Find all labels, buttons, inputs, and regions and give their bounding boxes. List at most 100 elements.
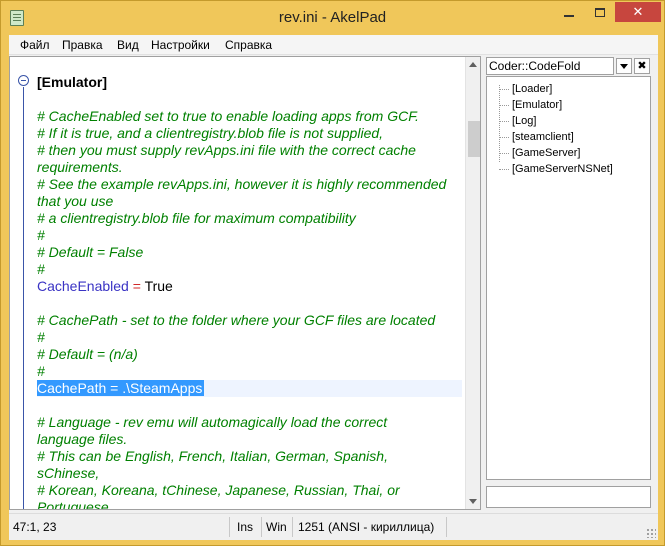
close-icon: ✖ xyxy=(637,60,647,72)
panel-filter-input[interactable] xyxy=(486,486,651,508)
code-line-comment: # This can be English, French, Italian, … xyxy=(37,448,462,465)
code-line-comment: # See the example revApps.ini, however i… xyxy=(37,176,462,193)
codefold-panel: Coder::CodeFold ✖ [Loader][Emulator][Log… xyxy=(485,56,658,510)
code-line-comment: # Default = (n/a) xyxy=(37,346,462,363)
code-line-comment: Portuguese xyxy=(37,499,462,510)
ini-key: CacheEnabled xyxy=(37,278,129,294)
scroll-up-icon[interactable] xyxy=(469,62,477,67)
tree-branch xyxy=(499,88,509,90)
status-separator xyxy=(446,517,447,537)
tree-item[interactable]: [GameServerNSNet] xyxy=(499,161,613,177)
code-line-comment: requirements. xyxy=(37,159,462,176)
code-line-key-value: CacheEnabled = True xyxy=(37,278,462,295)
status-position: 47:1, 23 xyxy=(13,520,57,534)
code-line-comment: that you use xyxy=(37,193,462,210)
close-button[interactable]: ✕ xyxy=(615,2,661,22)
vertical-scrollbar[interactable] xyxy=(465,57,480,509)
ini-comment: # xyxy=(37,261,45,277)
code-line-comment: # then you must supply revApps.ini file … xyxy=(37,142,462,159)
maximize-icon xyxy=(595,8,605,18)
code-line-comment: # CachePath - set to the folder where yo… xyxy=(37,312,462,329)
maximize-button[interactable] xyxy=(585,2,615,22)
panel-menu-button[interactable] xyxy=(616,58,632,74)
status-insert-mode[interactable]: Ins xyxy=(237,519,253,536)
section-tree[interactable]: [Loader] [Emulator] [Log] [steamclient] [Gam… xyxy=(486,76,651,480)
minimize-button[interactable] xyxy=(554,2,584,22)
text-editor[interactable]: [Emulator] # CacheEnabled set to true to … xyxy=(9,56,481,510)
code-line-comment: # If it is true, and a clientregistry.bl… xyxy=(37,125,462,142)
ini-comment: # xyxy=(37,329,45,345)
scroll-down-icon[interactable] xyxy=(469,499,477,504)
menu-edit[interactable]: Правка xyxy=(62,38,103,52)
tree-item[interactable]: [GameServer] xyxy=(499,145,580,161)
status-separator xyxy=(292,517,293,537)
tree-item[interactable]: [Loader] xyxy=(499,81,552,97)
code-line-comment: # a clientregistry.blob file for maximum… xyxy=(37,210,462,227)
ini-value: True xyxy=(144,278,173,294)
ini-comment: # If it is true, and a clientregistry.bl… xyxy=(37,125,384,141)
ini-comment: sChinese, xyxy=(37,465,100,481)
tree-branch xyxy=(499,104,509,106)
fold-toggle-icon[interactable] xyxy=(18,75,29,86)
menu-bar: Файл Правка Вид Настройки Справка xyxy=(9,35,658,55)
tree-branch xyxy=(499,168,509,170)
menu-view[interactable]: Вид xyxy=(117,38,139,52)
tree-item[interactable]: [Emulator] xyxy=(499,97,562,113)
ini-comment: # xyxy=(37,363,45,379)
menu-file[interactable]: Файл xyxy=(20,38,50,52)
code-line-section: [Emulator] xyxy=(37,74,462,91)
ini-comment: Portuguese xyxy=(37,499,109,510)
title-bar[interactable]: rev.ini - AkelPad ✕ xyxy=(1,1,664,35)
tree-branch xyxy=(499,152,509,154)
ini-comment: # CachePath - set to the folder where yo… xyxy=(37,312,436,328)
tree-item-label: [Log] xyxy=(512,115,537,127)
chevron-down-icon xyxy=(620,63,628,69)
tree-item-label: [steamclient] xyxy=(512,131,574,143)
ini-comment: that you use xyxy=(37,193,114,209)
ini-comment: # Korean, Koreana, tChinese, Japanese, R… xyxy=(37,482,400,498)
status-bar: 47:1, 23 Ins Win 1251 (ANSI - кириллица) xyxy=(9,513,658,540)
ini-section-header: [Emulator] xyxy=(37,74,107,90)
tree-branch xyxy=(499,120,509,122)
tree-item-label: [GameServer] xyxy=(512,147,581,159)
code-line-comment: # xyxy=(37,227,462,244)
status-newline[interactable]: Win xyxy=(266,519,287,536)
menu-help[interactable]: Справка xyxy=(225,38,272,52)
ini-comment: # a clientregistry.blob file for maximum… xyxy=(37,210,356,226)
code-line-comment: sChinese, xyxy=(37,465,462,482)
status-codepage[interactable]: 1251 (ANSI - кириллица) xyxy=(298,519,434,536)
panel-header: Coder::CodeFold ✖ xyxy=(485,57,658,75)
code-line-comment: # xyxy=(37,363,462,380)
selected-text: CachePath = .\SteamApps xyxy=(37,380,205,396)
ini-comment: # then you must supply revApps.ini file … xyxy=(37,142,416,158)
code-line-comment: # Korean, Koreana, tChinese, Japanese, R… xyxy=(37,482,462,499)
scroll-thumb[interactable] xyxy=(468,121,480,157)
code-line-comment: language files. xyxy=(37,431,462,448)
panel-close-button[interactable]: ✖ xyxy=(634,58,650,74)
code-line-comment: # Language - rev emu will automagically … xyxy=(37,414,462,431)
ini-comment: # Default = (n/a) xyxy=(37,346,138,362)
status-separator xyxy=(229,517,230,537)
code-line-comment: # Default = False xyxy=(37,244,462,261)
tree-branch xyxy=(499,136,509,138)
tree-item[interactable]: [Log] xyxy=(499,113,536,129)
tree-item[interactable]: [steamclient] xyxy=(499,129,574,145)
ini-comment: # Language - rev emu will automagically … xyxy=(37,414,388,430)
ini-equals: = xyxy=(128,278,145,294)
tree-item-label: [Emulator] xyxy=(512,99,563,111)
code-line-comment: # xyxy=(37,261,462,278)
panel-title: Coder::CodeFold xyxy=(486,57,614,75)
minimize-icon xyxy=(564,14,574,17)
ini-comment: requirements. xyxy=(37,159,123,175)
menu-settings[interactable]: Настройки xyxy=(151,38,210,52)
status-separator xyxy=(261,517,262,537)
ini-comment: # xyxy=(37,227,45,243)
resize-grip-icon[interactable] xyxy=(646,528,656,538)
code-line-comment: # xyxy=(37,329,462,346)
ini-comment: # CacheEnabled set to true to enable loa… xyxy=(37,108,419,124)
ini-comment: # This can be English, French, Italian, … xyxy=(37,448,388,464)
code-line-selected: CachePath = .\SteamApps xyxy=(37,380,462,397)
ini-comment: language files. xyxy=(37,431,128,447)
